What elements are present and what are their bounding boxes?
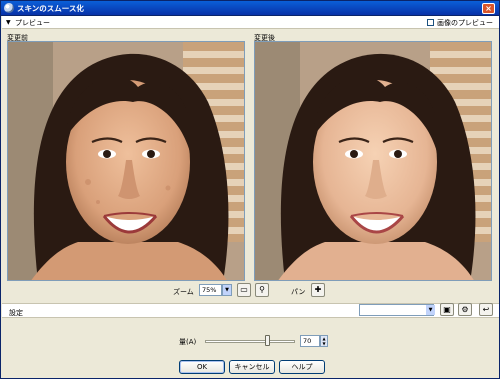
amount-spinner[interactable]: ▲ ▼	[320, 335, 328, 347]
amount-slider-track[interactable]	[205, 340, 295, 343]
zoom-tool-button[interactable]: ⚲	[255, 283, 269, 297]
preview-header[interactable]: ▼ プレビュー 画像のプレビュー	[2, 16, 499, 29]
settings-dropdown-button[interactable]: ▼	[426, 305, 435, 315]
after-preview-image[interactable]	[254, 41, 492, 281]
collapse-arrow-icon[interactable]: ▼	[6, 19, 11, 26]
pan-button[interactable]: ✚	[311, 283, 325, 297]
preview-section-label: プレビュー	[15, 19, 50, 27]
reset-settings-button[interactable]: ↩	[479, 303, 493, 316]
pan-label: パン	[291, 288, 306, 296]
help-button[interactable]: ヘルプ	[279, 360, 325, 374]
amount-label: 量(A)	[179, 338, 197, 346]
fit-window-button[interactable]: ▭	[237, 283, 251, 297]
skin-smooth-dialog: スキンのスムース化 × ▼ プレビュー 画像のプレビュー 変更前 変更後 ズーム…	[0, 0, 500, 379]
settings-select[interactable]	[359, 304, 434, 316]
before-face-image	[8, 42, 244, 280]
app-icon	[4, 3, 14, 13]
settings-label: 設定	[9, 309, 23, 317]
save-settings-button[interactable]: ▣	[440, 303, 454, 316]
after-face-image	[255, 42, 491, 280]
zoom-dropdown-button[interactable]: ▼	[222, 284, 232, 296]
window-title: スキンのスムース化	[17, 4, 84, 13]
image-preview-checkbox[interactable]	[427, 19, 434, 26]
cancel-button[interactable]: キャンセル	[229, 360, 275, 374]
amount-slider-thumb[interactable]	[265, 335, 270, 346]
image-preview-label: 画像のプレビュー	[437, 19, 493, 27]
zoom-input[interactable]: 75%	[199, 284, 222, 296]
zoom-label: ズーム	[173, 288, 194, 296]
manage-settings-button[interactable]: ⚙	[458, 303, 472, 316]
ok-button[interactable]: OK	[179, 360, 225, 374]
title-bar[interactable]: スキンのスムース化 ×	[1, 1, 499, 16]
amount-input[interactable]: 70	[300, 335, 320, 347]
before-preview-image[interactable]	[7, 41, 245, 281]
close-button[interactable]: ×	[482, 3, 495, 14]
